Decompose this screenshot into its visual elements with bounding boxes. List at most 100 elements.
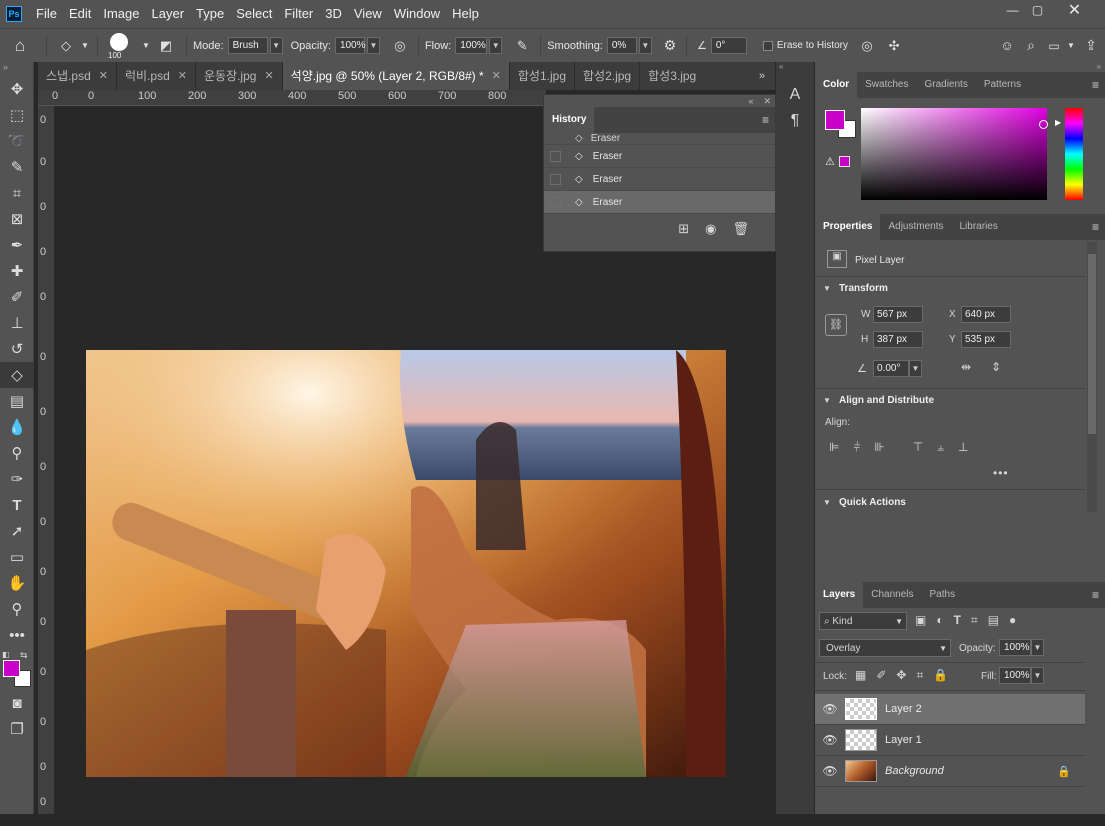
eraser-tool-icon[interactable]: ◇ [53, 38, 79, 54]
default-colors-icon[interactable]: ◧ [2, 650, 10, 659]
tab-color[interactable]: Color [815, 72, 858, 98]
document-canvas[interactable] [86, 350, 726, 777]
pressure-size-icon[interactable]: ◎ [852, 38, 882, 54]
swap-colors-icon[interactable]: ⇆ [20, 650, 28, 661]
tab-properties[interactable]: Properties [815, 214, 881, 240]
more-tabs-icon[interactable]: » [749, 62, 775, 90]
layer-opacity-input[interactable]: 100% [999, 639, 1031, 656]
tab-channels[interactable]: Channels [863, 582, 921, 608]
eye-icon[interactable]: 👁 [815, 702, 845, 716]
hand-tool-icon[interactable]: ✋ [0, 570, 34, 596]
gamut-swatch[interactable] [839, 156, 850, 167]
scrollbar-thumb[interactable] [1088, 254, 1096, 434]
menu-view[interactable]: View [348, 0, 388, 28]
lock-position-icon[interactable]: ✥ [896, 668, 906, 683]
screen-mode-icon[interactable]: ❐ [0, 716, 34, 742]
share-icon[interactable]: ⇪ [1077, 37, 1105, 54]
paragraph-panel-icon[interactable]: ¶ [776, 112, 814, 130]
tab-history[interactable]: History [544, 107, 595, 133]
tab-document[interactable]: 럭비.psd ✕ [117, 62, 196, 90]
tab-document[interactable]: 합성1.jpg [510, 62, 575, 90]
eyedropper-tool-icon[interactable]: ✒ [0, 232, 34, 258]
history-row-partial[interactable]: ◇ Eraser [544, 133, 775, 145]
panel-menu-icon[interactable]: ≡ [1092, 588, 1099, 602]
history-item-selected[interactable]: ◇ Eraser [544, 191, 775, 214]
workspace-icon[interactable]: ▭ [1043, 39, 1065, 53]
blend-mode-select[interactable]: Overlay ▼ [819, 639, 951, 657]
foreground-color-swatch[interactable] [825, 110, 845, 130]
more-tools-icon[interactable]: ••• [0, 622, 34, 648]
align-section-title[interactable]: Align and Distribute [839, 395, 934, 406]
close-icon[interactable]: ✕ [178, 62, 187, 90]
history-brush-source-checkbox[interactable] [550, 173, 561, 185]
align-left-icon[interactable]: ⊫ [829, 440, 839, 455]
eye-icon[interactable]: 👁 [815, 764, 845, 778]
home-icon[interactable]: ⌂ [0, 36, 40, 56]
lasso-tool-icon[interactable]: ➰ [0, 128, 34, 154]
hue-slider[interactable] [1065, 108, 1083, 200]
menu-3d[interactable]: 3D [319, 0, 348, 28]
maximize-icon[interactable]: ▢ [1021, 0, 1054, 20]
filter-smart-object-icon[interactable]: ▤ [988, 613, 999, 628]
menu-file[interactable]: File [30, 0, 63, 28]
brush-tool-icon[interactable]: ✐ [0, 284, 34, 310]
tab-swatches[interactable]: Swatches [857, 72, 916, 98]
share-user-icon[interactable]: ☺ [995, 38, 1019, 53]
menu-image[interactable]: Image [97, 0, 145, 28]
menu-help[interactable]: Help [446, 0, 485, 28]
collapse-icon[interactable]: » [0, 62, 33, 76]
width-input[interactable]: 567 px [873, 306, 923, 323]
angle-input[interactable]: 0.00° [873, 360, 909, 377]
tab-patterns[interactable]: Patterns [976, 72, 1029, 98]
color-field[interactable] [861, 108, 1047, 200]
eye-icon[interactable]: 👁 [815, 733, 845, 747]
symmetry-icon[interactable]: ✣ [882, 38, 906, 54]
gradient-tool-icon[interactable]: ▤ [0, 388, 34, 414]
scrollbar[interactable] [1087, 242, 1097, 512]
menu-select[interactable]: Select [230, 0, 278, 28]
tab-paths[interactable]: Paths [922, 582, 964, 608]
tab-document[interactable]: 합성2.jpg [575, 62, 641, 90]
tab-gradients[interactable]: Gradients [916, 72, 975, 98]
brush-settings-icon[interactable]: ◩ [152, 38, 180, 54]
history-brush-tool-icon[interactable]: ↺ [0, 336, 34, 362]
more-options-icon[interactable]: ••• [993, 466, 1009, 480]
filter-type-icon[interactable]: T [954, 613, 961, 628]
pressure-opacity-icon[interactable]: ◎ [388, 38, 412, 54]
filter-shape-icon[interactable]: ⌗ [971, 613, 978, 628]
layer-opacity-dropdown-icon[interactable]: ▼ [1031, 639, 1044, 656]
dodge-tool-icon[interactable]: ⚲ [0, 440, 34, 466]
character-panel-icon[interactable]: A [776, 86, 814, 104]
lock-all-icon[interactable]: 🔒 [933, 668, 948, 683]
align-bottom-icon[interactable]: ⊥ [958, 440, 968, 455]
layer-row[interactable]: 👁 Layer 1 [815, 725, 1085, 756]
history-brush-source-checkbox[interactable] [550, 196, 561, 208]
lock-artboard-icon[interactable]: ⌗ [916, 668, 923, 683]
gear-icon[interactable]: ⚙ [660, 37, 680, 54]
tab-document[interactable]: 합성3.jpg [640, 62, 704, 90]
mode-select[interactable]: Brush [227, 37, 268, 54]
collapse-icon[interactable]: « [748, 96, 753, 106]
quick-actions-title[interactable]: Quick Actions [839, 497, 906, 508]
search-icon[interactable]: ⌕ [1019, 37, 1043, 54]
close-icon[interactable]: ✕ [492, 62, 501, 90]
menu-layer[interactable]: Layer [146, 0, 191, 28]
fill-input[interactable]: 100% [999, 667, 1031, 684]
tab-libraries[interactable]: Libraries [952, 214, 1006, 240]
align-middle-v-icon[interactable]: ⫨ [937, 440, 944, 455]
close-icon[interactable]: ✕ [1058, 0, 1091, 20]
eraser-tool-icon[interactable]: ◇ [0, 362, 34, 388]
zoom-tool-icon[interactable]: ⚲ [0, 596, 34, 622]
fill-dropdown-icon[interactable]: ▼ [1031, 667, 1044, 684]
lock-transparent-icon[interactable]: ▦ [855, 668, 866, 683]
filter-toggle-icon[interactable]: ● [1009, 613, 1016, 628]
menu-window[interactable]: Window [388, 0, 446, 28]
history-brush-source-checkbox[interactable] [550, 150, 561, 162]
camera-icon[interactable]: ◉ [705, 221, 716, 237]
angle-dropdown-icon[interactable]: ▼ [909, 360, 922, 377]
opacity-dropdown-icon[interactable]: ▼ [366, 37, 380, 54]
align-center-h-icon[interactable]: ⫩ [853, 440, 860, 455]
layer-row[interactable]: 👁 Background 🔒 [815, 756, 1085, 787]
y-input[interactable]: 535 px [961, 331, 1011, 348]
link-icon[interactable]: ⛓ [825, 314, 847, 336]
